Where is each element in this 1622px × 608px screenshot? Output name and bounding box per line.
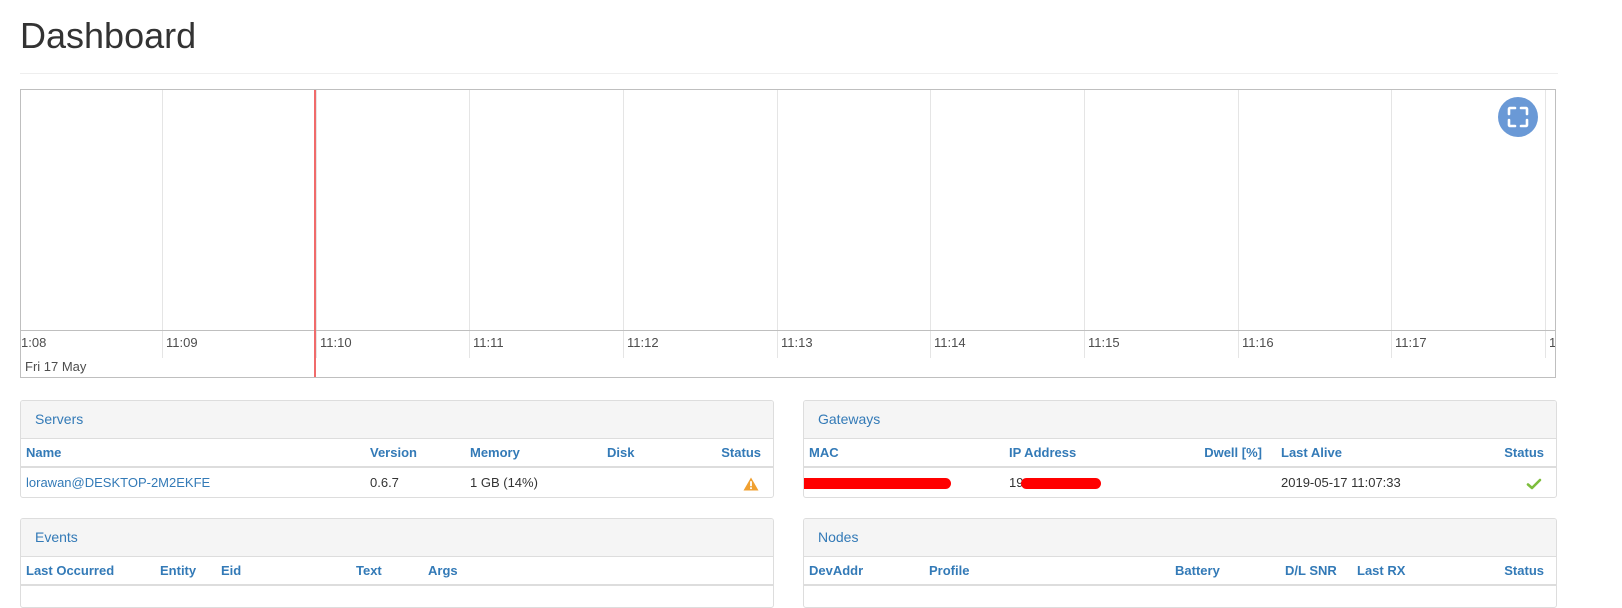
nodes-table: DevAddr Profile Battery D/L SNR Last RX … (804, 557, 1556, 586)
server-version-cell: 0.6.7 (370, 475, 399, 491)
column-header-name[interactable]: Name (21, 439, 365, 468)
grid-line (162, 90, 163, 358)
column-header-disk[interactable]: Disk (602, 439, 696, 468)
grid-line (316, 90, 317, 358)
grid-line (1545, 90, 1546, 358)
tick-label: 11:12 (627, 335, 659, 350)
gateway-status-cell (1479, 467, 1556, 497)
column-header-eid[interactable]: Eid (216, 557, 351, 586)
redaction-mark (804, 478, 951, 490)
events-table: Last Occurred Entity Eid Text Args (21, 557, 773, 586)
nodes-panel: Nodes DevAddr Profile Battery D/L SNR La… (803, 518, 1557, 608)
column-header-devaddr[interactable]: DevAddr (804, 557, 924, 586)
server-status-cell (696, 467, 773, 497)
page-title: Dashboard (20, 15, 197, 56)
column-header-profile[interactable]: Profile (924, 557, 1170, 586)
table-row: lorawan@DESKTOP-2M2EKFE 0.6.7 1 GB (14%) (21, 467, 773, 497)
tick-label: 11:14 (934, 335, 966, 350)
fullscreen-icon (1507, 106, 1529, 128)
column-header-version[interactable]: Version (365, 439, 465, 468)
redaction-mark (1021, 478, 1102, 490)
column-header-battery[interactable]: Battery (1170, 557, 1280, 586)
nodes-panel-title: Nodes (804, 519, 1556, 557)
warning-icon (743, 477, 759, 491)
column-header-dl-snr[interactable]: D/L SNR (1280, 557, 1352, 586)
grid-line (1391, 90, 1392, 358)
server-memory-cell: 1 GB (14%) (470, 475, 538, 491)
column-header-last-rx[interactable]: Last RX (1352, 557, 1479, 586)
table-row: 19 2019-05-17 11:07:33 (804, 467, 1556, 497)
timeline-chart[interactable]: 1:08 11:09 11:10 11:11 11:12 11:13 11:14… (20, 89, 1556, 378)
table-header-row: DevAddr Profile Battery D/L SNR Last RX … (804, 557, 1556, 586)
column-header-last-occurred[interactable]: Last Occurred (21, 557, 155, 586)
column-header-ip-address[interactable]: IP Address (1004, 439, 1189, 468)
column-header-dwell[interactable]: Dwell [%] (1189, 439, 1276, 468)
column-header-status[interactable]: Status (1479, 557, 1556, 586)
fullscreen-button[interactable] (1498, 97, 1538, 137)
tick-label: 11:10 (320, 335, 352, 350)
tick-label: 11:11 (473, 335, 504, 350)
tick-label: 1 (1549, 335, 1556, 350)
column-header-args[interactable]: Args (423, 557, 773, 586)
grid-line (777, 90, 778, 358)
title-divider (20, 73, 1558, 74)
server-disk-cell (602, 467, 696, 497)
tick-label: 11:13 (781, 335, 813, 350)
column-header-last-alive[interactable]: Last Alive (1276, 439, 1479, 468)
column-header-status[interactable]: Status (1479, 439, 1556, 468)
gateways-table: MAC IP Address Dwell [%] Last Alive Stat… (804, 439, 1556, 497)
events-panel: Events Last Occurred Entity Eid Text Arg… (20, 518, 774, 608)
current-time-marker[interactable] (314, 90, 316, 377)
tick-label: 11:17 (1395, 335, 1427, 350)
check-icon (1526, 478, 1542, 489)
tick-label: 11:15 (1088, 335, 1120, 350)
grid-line (1238, 90, 1239, 358)
column-header-memory[interactable]: Memory (465, 439, 602, 468)
date-label: Fri 17 May (25, 359, 87, 374)
grid-line (469, 90, 470, 358)
grid-line (1084, 90, 1085, 358)
time-axis (21, 330, 1555, 331)
column-header-entity[interactable]: Entity (155, 557, 216, 586)
gateway-last-alive-cell: 2019-05-17 11:07:33 (1281, 475, 1401, 491)
column-header-mac[interactable]: MAC (804, 439, 1004, 468)
gateways-panel: Gateways MAC IP Address Dwell [%] Last A… (803, 400, 1557, 498)
servers-panel-title: Servers (21, 401, 773, 439)
gateway-ip-cell: 19 (1004, 467, 1189, 497)
gateway-mac-cell[interactable] (804, 467, 1004, 497)
column-header-status[interactable]: Status (696, 439, 773, 468)
events-panel-title: Events (21, 519, 773, 557)
tick-label: 11:09 (166, 335, 198, 350)
server-name-cell[interactable]: lorawan@DESKTOP-2M2EKFE (21, 467, 365, 497)
table-header-row: Name Version Memory Disk Status (21, 439, 773, 468)
grid-line (623, 90, 624, 358)
gateway-dwell-cell (1189, 467, 1276, 497)
column-header-text[interactable]: Text (351, 557, 423, 586)
servers-table: Name Version Memory Disk Status lorawan@… (21, 439, 773, 497)
grid-line (930, 90, 931, 358)
tick-label: 1:08 (21, 335, 47, 350)
servers-panel: Servers Name Version Memory Disk Status … (20, 400, 774, 498)
server-name-link[interactable]: lorawan@DESKTOP-2M2EKFE (26, 475, 210, 490)
gateways-panel-title: Gateways (804, 401, 1556, 439)
tick-label: 11:16 (1242, 335, 1274, 350)
table-header-row: Last Occurred Entity Eid Text Args (21, 557, 773, 586)
table-header-row: MAC IP Address Dwell [%] Last Alive Stat… (804, 439, 1556, 468)
